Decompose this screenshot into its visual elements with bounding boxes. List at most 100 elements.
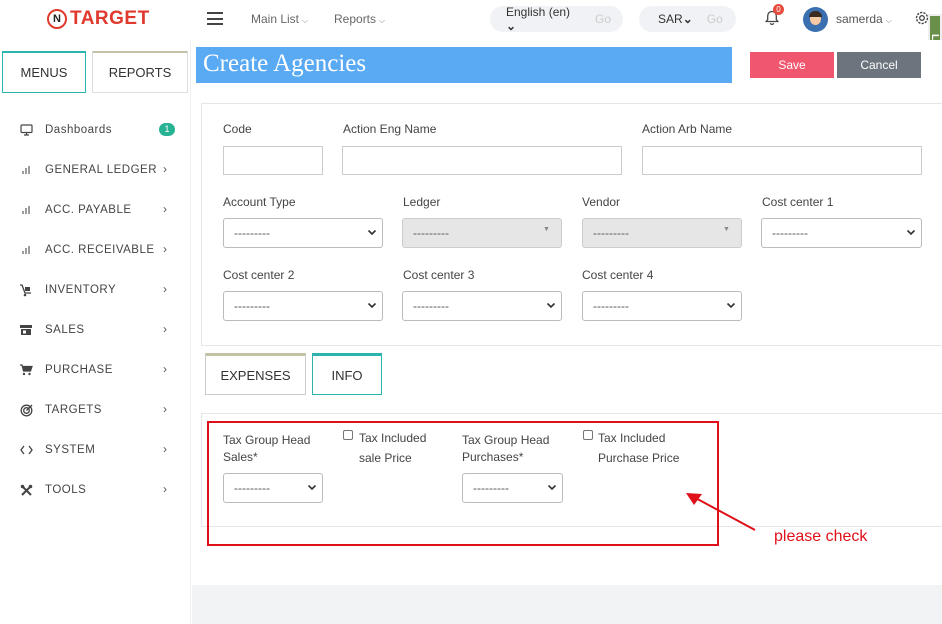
reports-menu[interactable]: Reports ⌵ bbox=[334, 12, 385, 26]
sidebar-item-label: ACC. PAYABLE bbox=[45, 204, 132, 216]
sidebar-item-purchase[interactable]: PURCHASE › bbox=[0, 350, 191, 390]
account-type-select[interactable]: --------- bbox=[223, 218, 383, 248]
tab-menus[interactable]: MENUS bbox=[2, 51, 86, 93]
sidebar-item-inventory[interactable]: INVENTORY › bbox=[0, 270, 191, 310]
cost-center-4-select[interactable]: --------- bbox=[582, 291, 742, 321]
chevron-right-icon: › bbox=[163, 362, 167, 376]
eng-name-label: Action Eng Name bbox=[343, 122, 437, 136]
tab-reports[interactable]: REPORTS bbox=[92, 51, 188, 93]
chevron-right-icon: › bbox=[163, 242, 167, 256]
caret-down-icon: ▼ bbox=[723, 226, 730, 233]
currency-select[interactable]: SAR⌄ bbox=[658, 12, 693, 26]
sidebar-item-sales[interactable]: SALES › bbox=[0, 310, 191, 350]
account-type-value: --------- bbox=[234, 226, 270, 240]
language-value: English (en) bbox=[506, 5, 571, 19]
chevron-right-icon: › bbox=[163, 442, 167, 456]
cost-center-2-label: Cost center 2 bbox=[223, 268, 295, 282]
code-field[interactable] bbox=[223, 146, 323, 175]
chevron-right-icon: › bbox=[163, 202, 167, 216]
logo-mark: N bbox=[47, 9, 67, 29]
menu-toggle-icon[interactable] bbox=[207, 12, 223, 25]
sidebar-item-targets[interactable]: TARGETS › bbox=[0, 390, 191, 430]
tax-group-head-sales-select[interactable]: --------- bbox=[223, 473, 323, 503]
agency-form: Code Action Eng Name Action Arb Name Acc… bbox=[201, 103, 942, 346]
sidebar-item-system[interactable]: SYSTEM › bbox=[0, 430, 191, 470]
bar-chart-icon bbox=[19, 163, 33, 177]
arb-name-field[interactable] bbox=[642, 146, 922, 175]
tax-included-sale-checkbox[interactable] bbox=[343, 430, 353, 440]
main-list-menu[interactable]: Main List ⌵ bbox=[251, 12, 308, 26]
notification-badge: 0 bbox=[773, 4, 784, 15]
ledger-label: Ledger bbox=[403, 195, 441, 209]
sidebar-item-label: SYSTEM bbox=[45, 444, 96, 456]
tax-group-head-purchases-value: --------- bbox=[473, 481, 509, 495]
currency-go-button[interactable]: Go bbox=[707, 12, 723, 26]
dolly-icon bbox=[19, 283, 33, 297]
sidebar-item-acc-receivable[interactable]: ACC. RECEIVABLE › bbox=[0, 230, 191, 270]
main-panel: Create Agencies Save Cancel Code Action … bbox=[192, 40, 942, 585]
tax-included-sale-line1: Tax Included bbox=[359, 431, 427, 445]
logo-text: TARGET bbox=[70, 8, 150, 29]
main-list-label: Main List bbox=[251, 12, 300, 26]
vendor-label: Vendor bbox=[582, 195, 621, 209]
username-label: samerda bbox=[836, 12, 883, 26]
chevron-down-icon: ⌄ bbox=[682, 12, 693, 26]
brand-logo[interactable]: N TARGET bbox=[47, 8, 150, 30]
vendor-select: --------- ▼ bbox=[582, 218, 742, 248]
target-icon bbox=[19, 403, 33, 417]
tax-included-purchase-checkbox[interactable] bbox=[583, 430, 593, 440]
cost-center-4-label: Cost center 4 bbox=[582, 268, 654, 282]
language-go-button[interactable]: Go bbox=[595, 12, 611, 26]
tax-included-purchase-line2: Purchase Price bbox=[598, 451, 680, 465]
ledger-value: --------- bbox=[413, 226, 449, 240]
tax-included-sale-line2: sale Price bbox=[359, 451, 412, 465]
save-button[interactable]: Save bbox=[750, 52, 834, 78]
cost-center-3-select[interactable]: --------- bbox=[402, 291, 562, 321]
chevron-down-icon bbox=[546, 302, 556, 309]
sidebar-item-label: Dashboards bbox=[45, 124, 113, 136]
tax-group-head-purchases-label: Tax Group Head Purchases* bbox=[462, 432, 549, 466]
chevron-right-icon: › bbox=[163, 482, 167, 496]
sidebar: MENUS REPORTS Dashboards 1 GENERAL LEDGE… bbox=[0, 40, 191, 624]
cost-center-2-value: --------- bbox=[234, 299, 270, 313]
monitor-icon bbox=[19, 123, 33, 137]
sidebar-item-acc-payable[interactable]: ACC. PAYABLE › bbox=[0, 190, 191, 230]
sidebar-item-dashboards[interactable]: Dashboards 1 bbox=[0, 110, 191, 150]
cost-center-2-select[interactable]: --------- bbox=[223, 291, 383, 321]
chevron-down-icon: ⌄ bbox=[506, 19, 517, 33]
cart-icon bbox=[19, 363, 33, 377]
tab-info[interactable]: INFO bbox=[312, 353, 382, 395]
chevron-down-icon bbox=[547, 484, 557, 491]
bar-chart-icon bbox=[19, 243, 33, 257]
chevron-down-icon bbox=[726, 302, 736, 309]
dashboards-count-badge: 1 bbox=[159, 123, 175, 136]
arb-name-label: Action Arb Name bbox=[642, 122, 733, 136]
cost-center-1-select[interactable]: --------- bbox=[761, 218, 922, 248]
cost-center-4-value: --------- bbox=[593, 299, 629, 313]
reports-label: Reports bbox=[334, 12, 377, 26]
tax-group-head-purchases-select[interactable]: --------- bbox=[462, 473, 563, 503]
sidebar-item-label: TARGETS bbox=[45, 404, 102, 416]
sidebar-item-general-ledger[interactable]: GENERAL LEDGER › bbox=[0, 150, 191, 190]
code-label: Code bbox=[223, 122, 252, 136]
tax-group-head-sales-label: Tax Group Head Sales* bbox=[223, 432, 310, 466]
sidebar-menu: Dashboards 1 GENERAL LEDGER › ACC. PAYAB… bbox=[0, 110, 191, 510]
annotation-note: please check bbox=[774, 528, 868, 545]
tax-group-head-purchases-line1: Tax Group Head bbox=[462, 433, 550, 447]
eng-name-field[interactable] bbox=[342, 146, 622, 175]
cost-center-3-value: --------- bbox=[413, 299, 449, 313]
tab-expenses[interactable]: EXPENSES bbox=[205, 353, 306, 395]
avatar[interactable] bbox=[803, 7, 828, 32]
currency-value: SAR bbox=[658, 12, 683, 26]
cost-center-3-label: Cost center 3 bbox=[403, 268, 475, 282]
language-select[interactable]: English (en) ⌄ bbox=[506, 5, 581, 33]
sidebar-item-label: GENERAL LEDGER bbox=[45, 164, 158, 176]
chevron-down-icon: ⌵ bbox=[302, 16, 309, 25]
sidebar-item-tools[interactable]: TOOLS › bbox=[0, 470, 191, 510]
tax-included-purchase-line1: Tax Included bbox=[598, 431, 666, 445]
cancel-button[interactable]: Cancel bbox=[837, 52, 921, 78]
user-menu[interactable]: samerda ⌵ bbox=[836, 12, 892, 26]
chevron-down-icon bbox=[307, 484, 317, 491]
sidebar-item-label: PURCHASE bbox=[45, 364, 113, 376]
vendor-value: --------- bbox=[593, 226, 629, 240]
